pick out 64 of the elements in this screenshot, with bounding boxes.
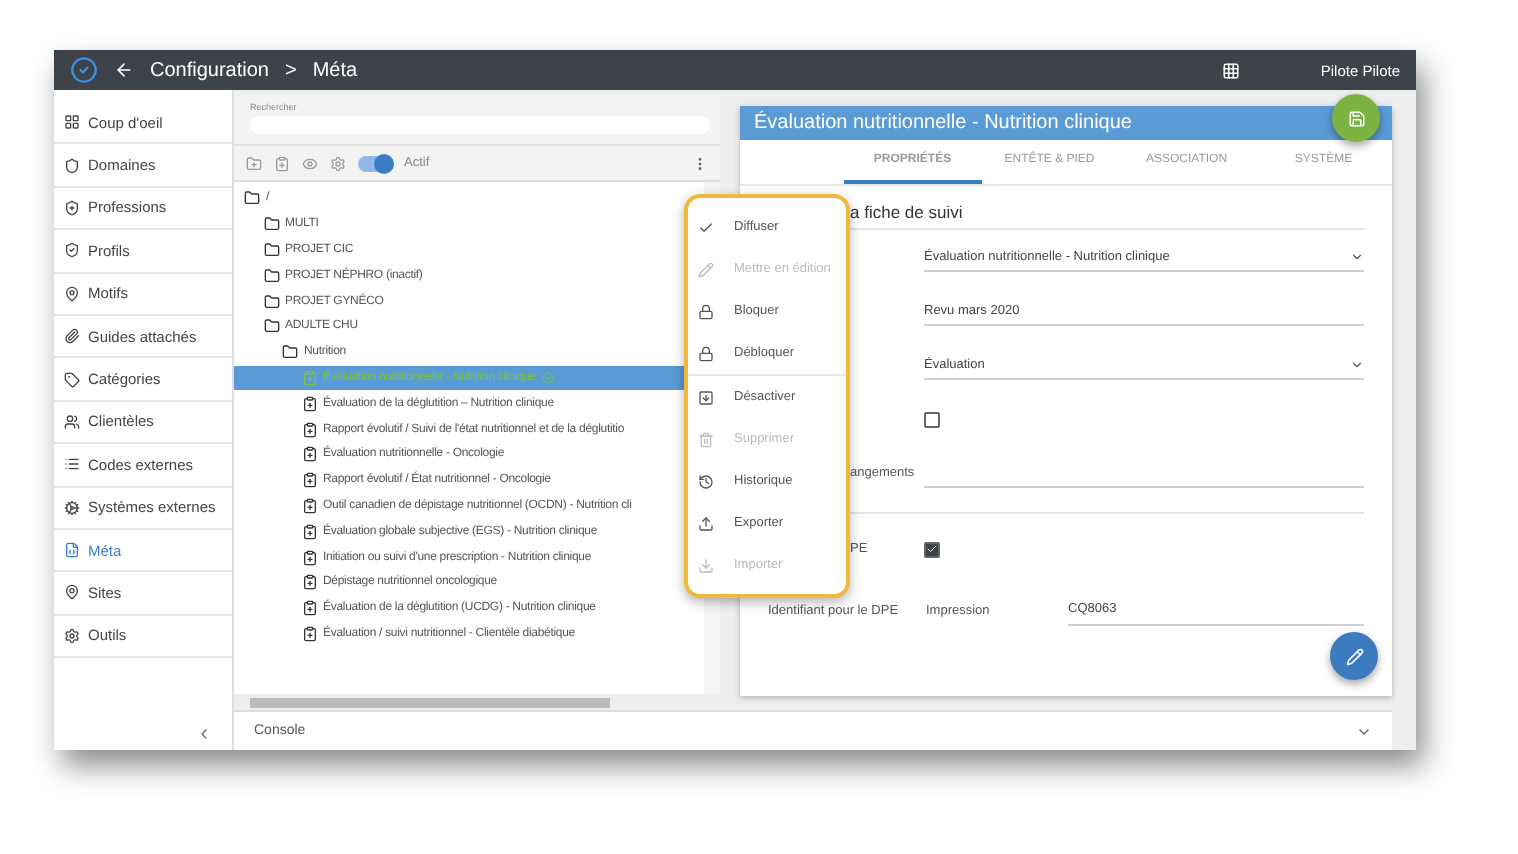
trash-icon xyxy=(698,431,714,447)
cog-icon xyxy=(64,499,80,516)
save-icon xyxy=(1347,109,1365,127)
apps-icon[interactable] xyxy=(1222,61,1241,79)
clipboard-icon xyxy=(301,369,317,386)
check-icon xyxy=(698,219,714,235)
lock-icon xyxy=(698,345,714,361)
caret-icon xyxy=(1350,357,1364,371)
eye-icon[interactable] xyxy=(302,155,318,171)
settings-icon[interactable] xyxy=(330,155,346,171)
clipboard-icon xyxy=(301,574,317,591)
shield-check-icon xyxy=(64,242,80,259)
folder-icon xyxy=(263,293,279,310)
folder-icon xyxy=(263,267,279,284)
users-icon xyxy=(64,413,80,430)
box-icon xyxy=(698,389,714,405)
horizontal-scrollbar[interactable] xyxy=(234,694,720,710)
folder-icon xyxy=(282,344,298,361)
download-icon xyxy=(698,557,714,573)
paperclip-icon xyxy=(64,328,80,345)
pencil-icon xyxy=(1345,647,1363,665)
caret-icon xyxy=(1350,249,1364,263)
folder-plus-icon[interactable] xyxy=(246,155,262,171)
clipboard-icon xyxy=(301,523,317,540)
clipboard-icon xyxy=(301,625,317,642)
clipboard-plus-icon[interactable] xyxy=(274,155,290,171)
shield-plus-icon xyxy=(64,199,80,216)
clipboard-icon xyxy=(301,472,317,489)
logo-icon[interactable] xyxy=(70,56,98,84)
edit-button[interactable] xyxy=(1330,632,1378,680)
file-icon xyxy=(64,542,80,559)
pin-icon xyxy=(64,285,80,302)
detail-title: Évaluation nutritionnelle - Nutrition clinique xyxy=(740,106,1392,140)
active-toggle[interactable] xyxy=(358,155,392,171)
collapse-icon[interactable] xyxy=(196,726,212,742)
folder-icon xyxy=(263,241,279,258)
checkbox[interactable] xyxy=(924,541,940,557)
folder-icon xyxy=(244,190,260,207)
checkbox[interactable] xyxy=(924,411,940,427)
pin-icon xyxy=(64,584,80,601)
badge-icon xyxy=(542,371,554,384)
breadcrumb-link[interactable]: Configuration xyxy=(150,59,269,81)
lock-icon xyxy=(698,303,714,319)
clipboard-icon xyxy=(301,497,317,514)
clipboard-icon xyxy=(301,446,317,463)
upload-icon xyxy=(698,515,714,531)
folder-icon xyxy=(263,318,279,335)
history-icon xyxy=(698,473,714,489)
breadcrumb-current: Méta xyxy=(312,59,358,81)
shield-icon xyxy=(64,157,80,174)
tag-icon xyxy=(64,371,80,388)
back-icon[interactable] xyxy=(114,60,134,80)
gear-icon xyxy=(64,627,80,644)
pencil-icon xyxy=(698,261,714,277)
folder-icon xyxy=(263,216,279,233)
breadcrumb-separator: > xyxy=(284,59,297,81)
list-icon xyxy=(64,456,80,473)
grid-icon xyxy=(64,114,80,131)
clipboard-icon xyxy=(301,600,317,617)
section-title: a fiche de suivi xyxy=(850,186,1364,230)
clipboard-icon xyxy=(301,395,317,412)
clipboard-icon xyxy=(301,421,317,438)
clipboard-icon xyxy=(301,549,317,566)
save-button[interactable] xyxy=(1332,94,1380,142)
